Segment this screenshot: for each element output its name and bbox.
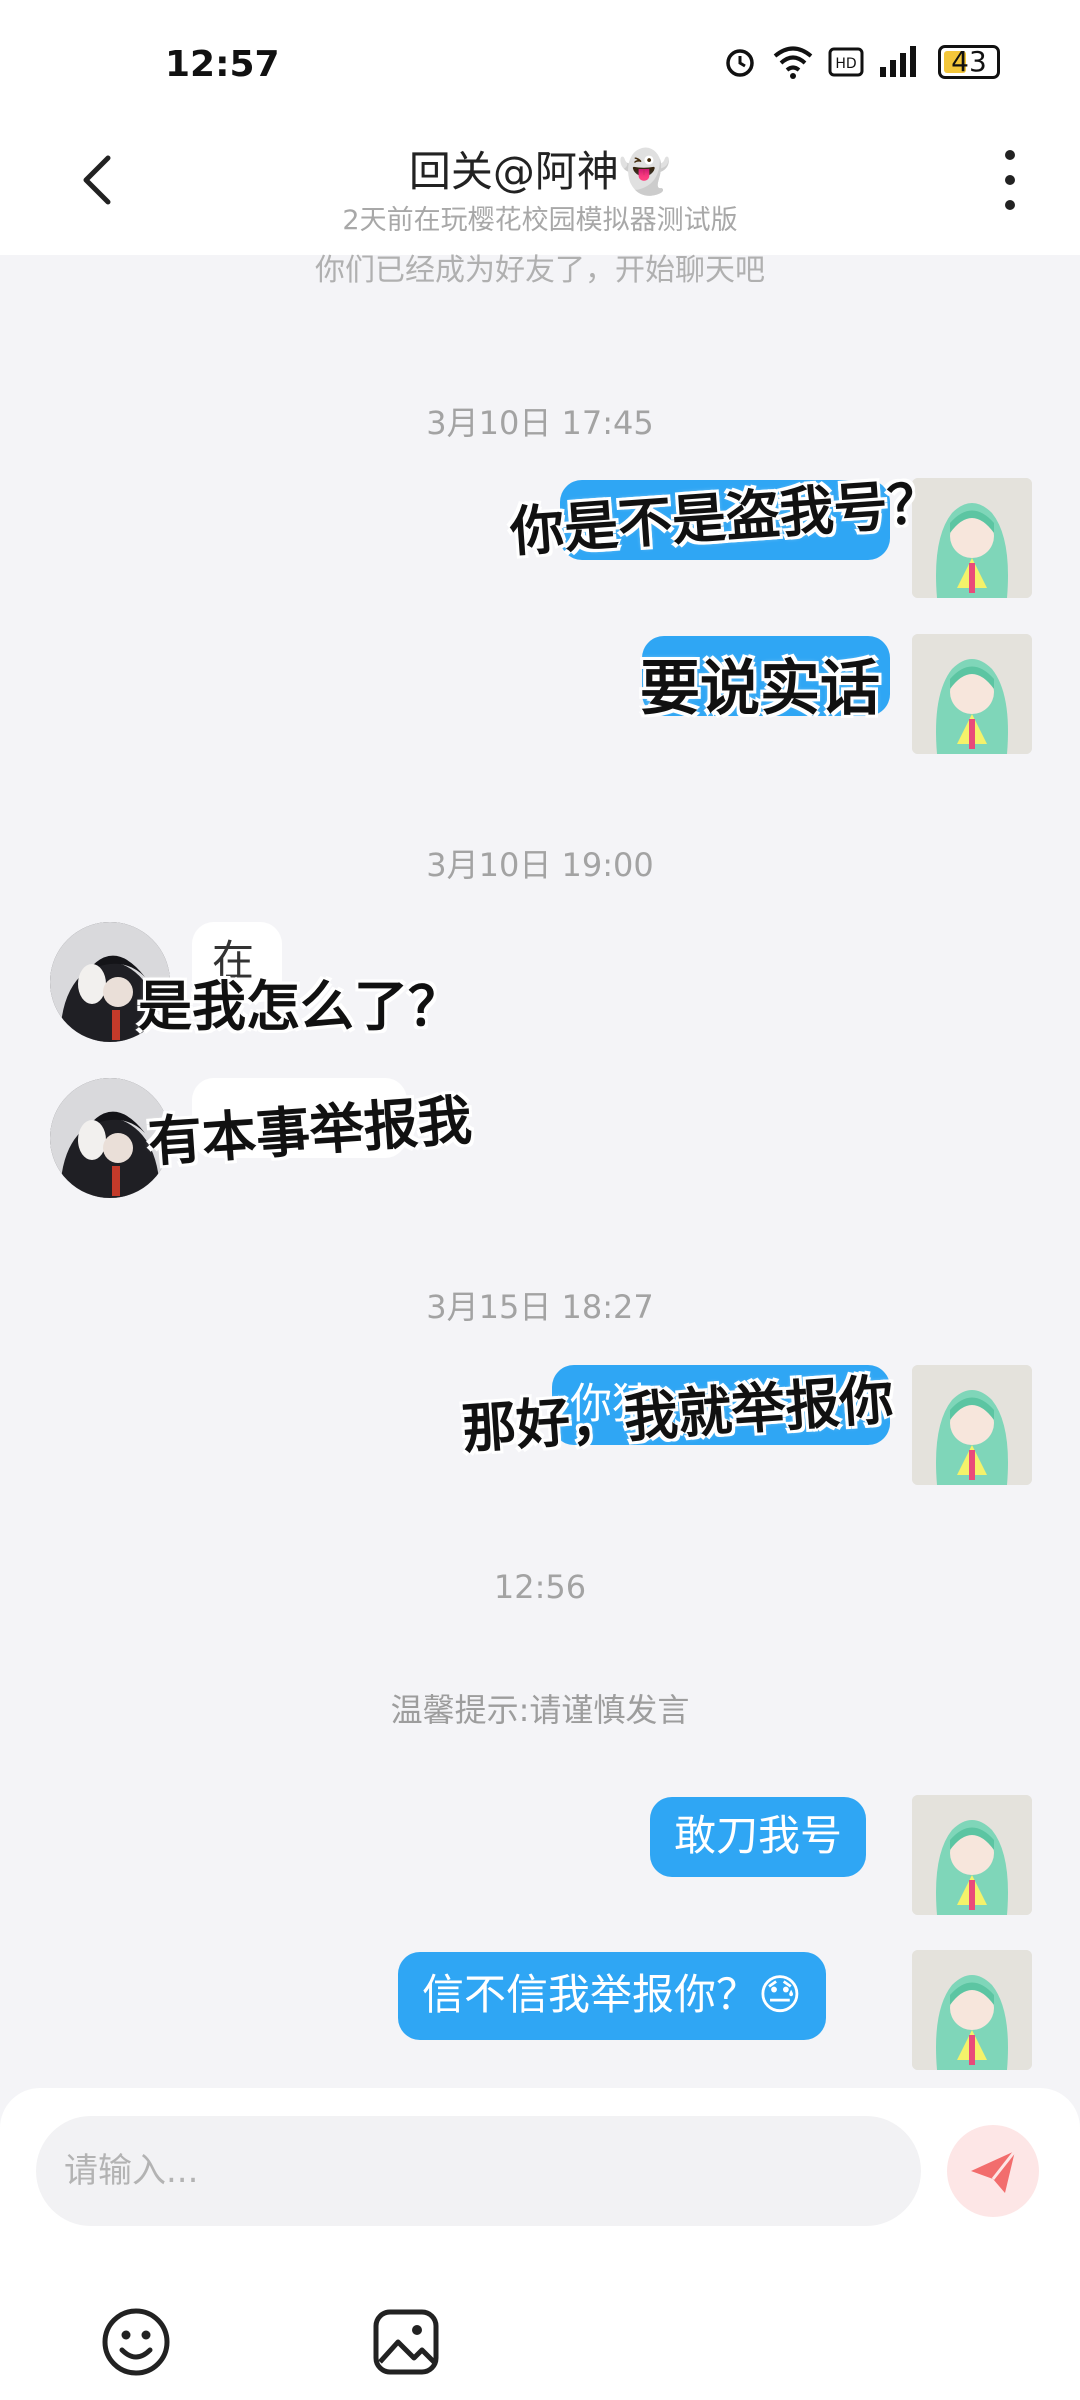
avatar[interactable] (912, 1950, 1032, 2070)
image-button[interactable] (370, 2306, 442, 2378)
send-icon (971, 2150, 1017, 2193)
timestamp: 3月10日 17:45 (426, 404, 654, 442)
hd-icon: HD (828, 47, 864, 77)
avatar[interactable] (912, 634, 1032, 754)
emoji-button[interactable] (100, 2306, 172, 2378)
status-bar: 12:57 HD 43 (0, 0, 1080, 130)
avatar-image (912, 1795, 1032, 1915)
timestamp: 3月10日 19:00 (426, 846, 654, 884)
avatar-image (912, 634, 1032, 754)
chat-subtitle: 2天前在玩樱花校园模拟器测试版 (342, 205, 738, 236)
battery-level: 43 (951, 45, 987, 78)
battery-icon: 43 (938, 45, 1000, 79)
friend-added-note: 你们已经成为好友了，开始聊天吧 (315, 253, 765, 288)
signal-icon (880, 46, 916, 77)
overlay-caption: 那好，我就举报你 (460, 1367, 896, 1461)
timestamp: 3月15日 18:27 (426, 1288, 654, 1326)
send-button[interactable] (947, 2125, 1039, 2217)
image-icon (373, 2309, 439, 2375)
avatar-image (912, 1950, 1032, 2070)
timestamp: 12:56 (493, 1568, 587, 1606)
more-menu-button[interactable] (995, 150, 1025, 210)
input-panel (0, 2088, 1080, 2400)
status-time: 12:57 (165, 44, 280, 85)
svg-text:HD: HD (835, 56, 856, 72)
avatar[interactable] (912, 1795, 1032, 1915)
avatar[interactable] (912, 1365, 1032, 1485)
overlay-caption: 是我怎么了？ (138, 975, 462, 1038)
message-text: 敢刀我号 (674, 1811, 843, 1860)
status-icons: HD 43 (722, 44, 1000, 80)
chat-title[interactable]: 回关@阿神👻 (0, 138, 1080, 199)
overlay-caption: 要说实话 (640, 654, 880, 724)
wifi-icon (773, 46, 813, 79)
message-bubble-mine[interactable]: 敢刀我号 (650, 1797, 867, 1877)
chat-header: 回关@阿神👻 2天前在玩樱花校园模拟器测试版 (0, 120, 1080, 255)
alarm-icon (726, 49, 754, 77)
more-dot-icon (1005, 175, 1015, 185)
avatar-image (912, 1365, 1032, 1485)
more-dot-icon (1005, 200, 1015, 210)
emoji-icon (102, 2308, 170, 2376)
message-text: 信不信我举报你？😓 (422, 1970, 802, 2019)
message-input[interactable] (36, 2116, 921, 2226)
more-dot-icon (1005, 150, 1015, 160)
warning-tip: 温馨提示:请谨慎发言 (390, 1691, 690, 1729)
message-bubble-mine[interactable]: 信不信我举报你？😓 (398, 1952, 826, 2040)
